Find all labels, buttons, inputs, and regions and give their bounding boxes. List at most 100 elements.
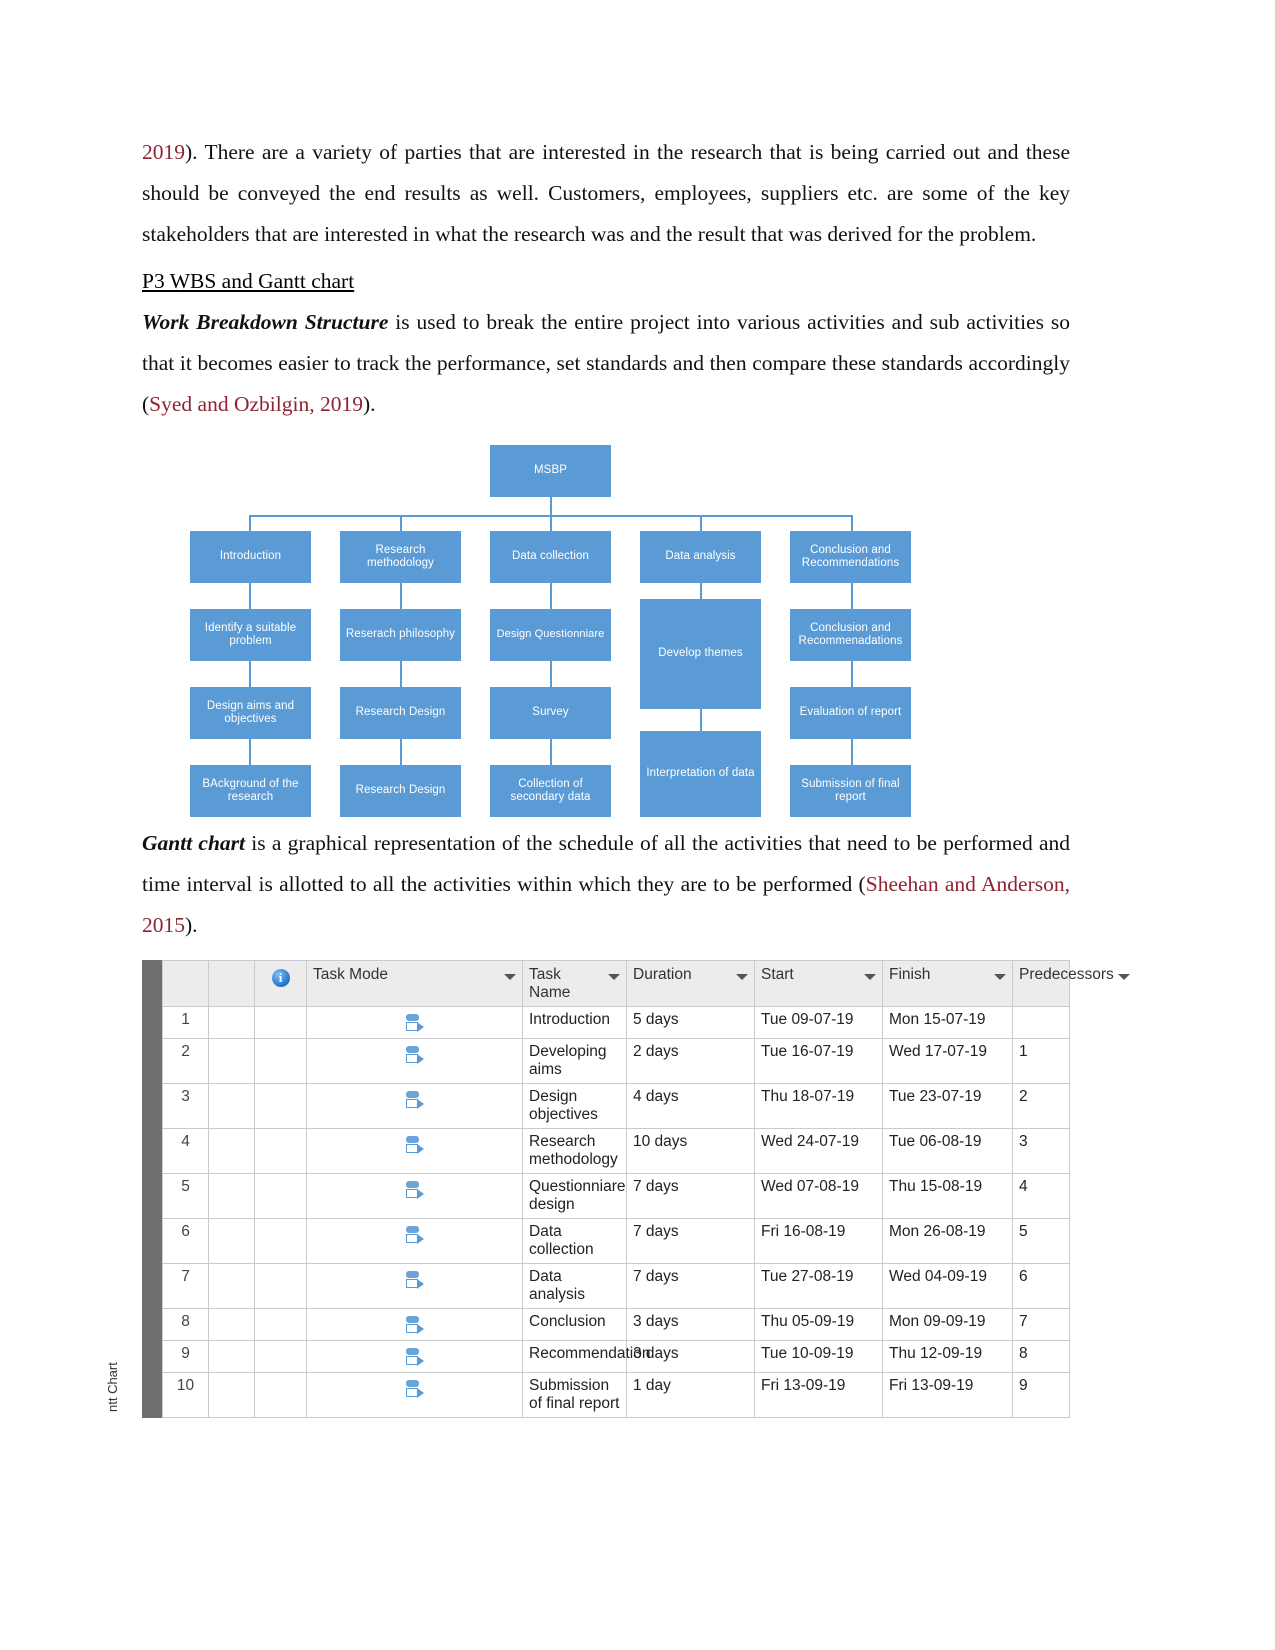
row-predecessors[interactable]: 2 xyxy=(1012,1083,1070,1129)
table-row[interactable]: 3 Design objectives 4 days Thu 18-07-19 … xyxy=(162,1083,1070,1129)
row-start[interactable]: Tue 10-09-19 xyxy=(754,1340,883,1373)
table-row[interactable]: 1 Introduction 5 days Tue 09-07-19 Mon 1… xyxy=(162,1006,1070,1039)
column-header-task-name[interactable]: Task Name xyxy=(522,960,627,1007)
row-start[interactable]: Wed 24-07-19 xyxy=(754,1128,883,1174)
row-finish[interactable]: Mon 09-09-19 xyxy=(882,1308,1013,1341)
row-task-mode[interactable] xyxy=(306,1218,523,1264)
row-task-mode[interactable] xyxy=(306,1083,523,1129)
row-predecessors[interactable]: 7 xyxy=(1012,1308,1070,1341)
row-predecessors[interactable]: 5 xyxy=(1012,1218,1070,1264)
row-start[interactable]: Thu 05-09-19 xyxy=(754,1308,883,1341)
row-finish[interactable]: Mon 15-07-19 xyxy=(882,1006,1013,1039)
row-finish[interactable]: Fri 13-09-19 xyxy=(882,1372,1013,1418)
table-row[interactable]: 9 Recommendation 3 days Tue 10-09-19 Thu… xyxy=(162,1340,1070,1373)
table-row[interactable]: 5 Questionniare design 7 days Wed 07-08-… xyxy=(162,1173,1070,1219)
row-task-mode[interactable] xyxy=(306,1038,523,1084)
row-finish[interactable]: Tue 06-08-19 xyxy=(882,1128,1013,1174)
gantt-task-table[interactable]: i Task Mode Task Name Duration Start Fin… xyxy=(162,960,1130,1418)
chevron-down-icon[interactable] xyxy=(736,974,748,980)
row-task-name[interactable]: Questionniare design xyxy=(522,1173,627,1219)
row-task-name[interactable]: Design objectives xyxy=(522,1083,627,1129)
row-finish[interactable]: Wed 17-07-19 xyxy=(882,1038,1013,1084)
column-header-predecessors[interactable]: Predecessors xyxy=(1012,960,1130,1007)
row-indicator[interactable] xyxy=(208,1263,255,1309)
row-indicator[interactable] xyxy=(208,1218,255,1264)
row-start[interactable]: Tue 16-07-19 xyxy=(754,1038,883,1084)
row-start[interactable]: Wed 07-08-19 xyxy=(754,1173,883,1219)
row-info[interactable] xyxy=(254,1218,307,1264)
table-row[interactable]: 8 Conclusion 3 days Thu 05-09-19 Mon 09-… xyxy=(162,1308,1070,1341)
row-task-name[interactable]: Research methodology xyxy=(522,1128,627,1174)
row-predecessors[interactable]: 9 xyxy=(1012,1372,1070,1418)
row-info[interactable] xyxy=(254,1173,307,1219)
table-row[interactable]: 2 Developing aims 2 days Tue 16-07-19 We… xyxy=(162,1038,1070,1084)
row-info[interactable] xyxy=(254,1128,307,1174)
row-task-name[interactable]: Data collection xyxy=(522,1218,627,1264)
row-info[interactable] xyxy=(254,1263,307,1309)
row-task-name[interactable]: Developing aims xyxy=(522,1038,627,1084)
row-indicator[interactable] xyxy=(208,1006,255,1039)
column-header-info[interactable]: i xyxy=(254,960,307,1007)
row-info[interactable] xyxy=(254,1372,307,1418)
row-finish[interactable]: Wed 04-09-19 xyxy=(882,1263,1013,1309)
row-task-mode[interactable] xyxy=(306,1340,523,1373)
row-start[interactable]: Thu 18-07-19 xyxy=(754,1083,883,1129)
row-predecessors[interactable]: 3 xyxy=(1012,1128,1070,1174)
column-header-indicators[interactable] xyxy=(208,960,255,1007)
table-row[interactable]: 10 Submission of final report 1 day Fri … xyxy=(162,1372,1070,1418)
row-task-mode[interactable] xyxy=(306,1128,523,1174)
chevron-down-icon[interactable] xyxy=(608,974,620,980)
row-finish[interactable]: Thu 15-08-19 xyxy=(882,1173,1013,1219)
row-predecessors[interactable] xyxy=(1012,1006,1070,1039)
row-task-name[interactable]: Introduction xyxy=(522,1006,627,1039)
row-predecessors[interactable]: 4 xyxy=(1012,1173,1070,1219)
row-start[interactable]: Fri 13-09-19 xyxy=(754,1372,883,1418)
row-info[interactable] xyxy=(254,1308,307,1341)
chevron-down-icon[interactable] xyxy=(864,974,876,980)
row-duration[interactable]: 7 days xyxy=(626,1263,755,1309)
row-info[interactable] xyxy=(254,1038,307,1084)
chevron-down-icon[interactable] xyxy=(994,974,1006,980)
row-task-mode[interactable] xyxy=(306,1263,523,1309)
row-task-mode[interactable] xyxy=(306,1006,523,1039)
row-duration[interactable]: 7 days xyxy=(626,1218,755,1264)
row-duration[interactable]: 5 days xyxy=(626,1006,755,1039)
chevron-down-icon[interactable] xyxy=(504,974,516,980)
row-predecessors[interactable]: 8 xyxy=(1012,1340,1070,1373)
row-indicator[interactable] xyxy=(208,1372,255,1418)
row-duration[interactable]: 4 days xyxy=(626,1083,755,1129)
row-indicator[interactable] xyxy=(208,1340,255,1373)
table-row[interactable]: 7 Data analysis 7 days Tue 27-08-19 Wed … xyxy=(162,1263,1070,1309)
column-header-start[interactable]: Start xyxy=(754,960,883,1007)
row-task-mode[interactable] xyxy=(306,1173,523,1219)
row-finish[interactable]: Thu 12-09-19 xyxy=(882,1340,1013,1373)
row-task-mode[interactable] xyxy=(306,1372,523,1418)
row-duration[interactable]: 1 day xyxy=(626,1372,755,1418)
row-indicator[interactable] xyxy=(208,1173,255,1219)
chevron-down-icon[interactable] xyxy=(1117,974,1130,980)
row-duration[interactable]: 2 days xyxy=(626,1038,755,1084)
row-info[interactable] xyxy=(254,1006,307,1039)
column-header-duration[interactable]: Duration xyxy=(626,960,755,1007)
row-duration[interactable]: 3 days xyxy=(626,1340,755,1373)
table-row[interactable]: 6 Data collection 7 days Fri 16-08-19 Mo… xyxy=(162,1218,1070,1264)
row-start[interactable]: Tue 09-07-19 xyxy=(754,1006,883,1039)
row-info[interactable] xyxy=(254,1083,307,1129)
table-row[interactable]: 4 Research methodology 10 days Wed 24-07… xyxy=(162,1128,1070,1174)
row-duration[interactable]: 7 days xyxy=(626,1173,755,1219)
row-duration[interactable]: 3 days xyxy=(626,1308,755,1341)
row-predecessors[interactable]: 6 xyxy=(1012,1263,1070,1309)
row-task-name[interactable]: Data analysis xyxy=(522,1263,627,1309)
row-indicator[interactable] xyxy=(208,1038,255,1084)
column-header-finish[interactable]: Finish xyxy=(882,960,1013,1007)
row-task-mode[interactable] xyxy=(306,1308,523,1341)
row-duration[interactable]: 10 days xyxy=(626,1128,755,1174)
row-finish[interactable]: Mon 26-08-19 xyxy=(882,1218,1013,1264)
row-indicator[interactable] xyxy=(208,1128,255,1174)
column-header-task-mode[interactable]: Task Mode xyxy=(306,960,523,1007)
row-indicator[interactable] xyxy=(208,1083,255,1129)
row-task-name[interactable]: Recommendation xyxy=(522,1340,650,1373)
row-start[interactable]: Fri 16-08-19 xyxy=(754,1218,883,1264)
row-start[interactable]: Tue 27-08-19 xyxy=(754,1263,883,1309)
row-task-name[interactable]: Submission of final report xyxy=(522,1372,627,1418)
